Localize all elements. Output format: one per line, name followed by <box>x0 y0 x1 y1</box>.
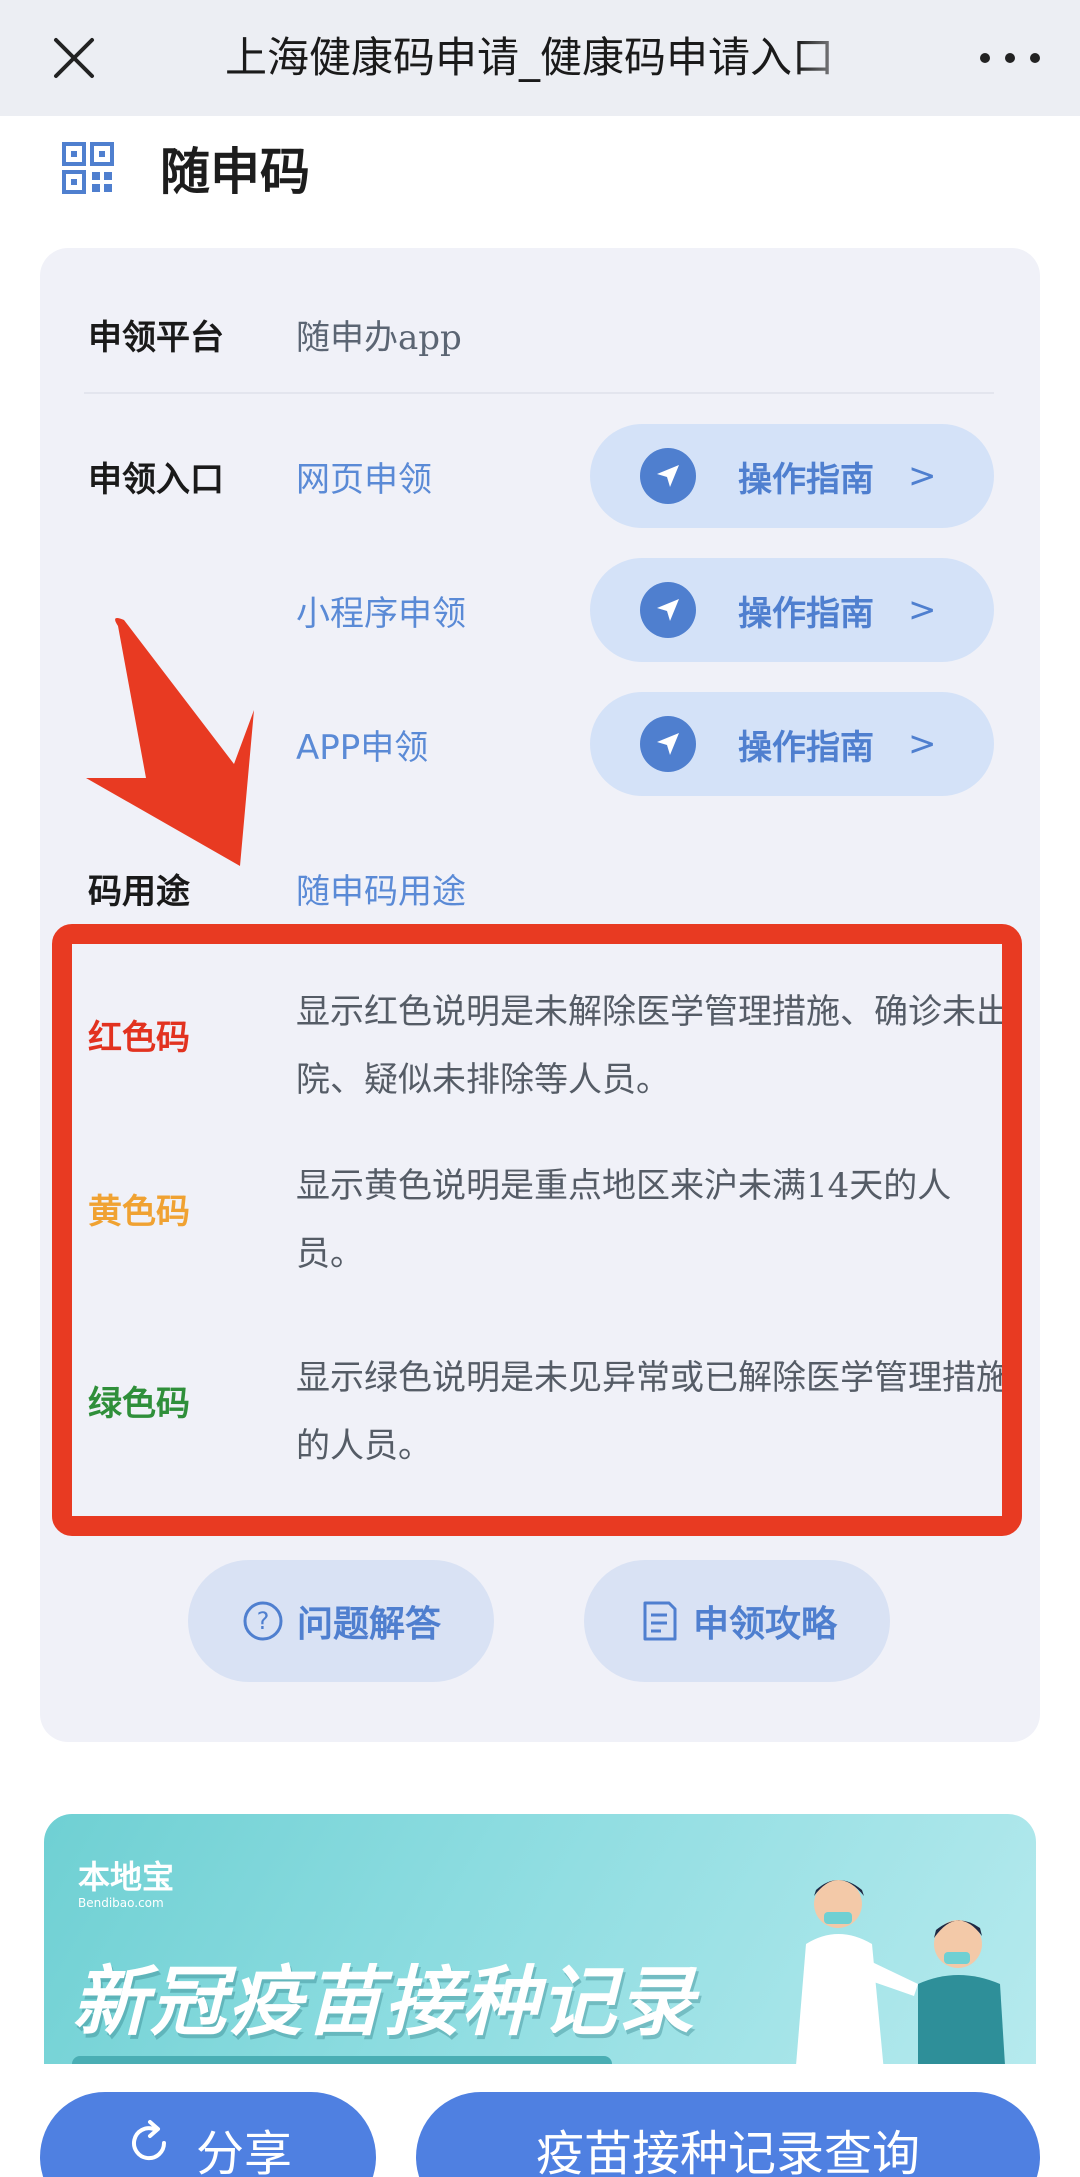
navigation-arrow-icon <box>640 448 696 504</box>
info-card: 申领平台 随申办app 申领入口 网页申领 操作指南 > 小程序申领 操作指南 … <box>40 248 1040 1742</box>
document-icon <box>643 1601 677 1641</box>
refresh-share-icon <box>131 2120 166 2161</box>
chevron-right-icon: > <box>908 590 937 630</box>
navigation-arrow-icon <box>640 582 696 638</box>
vaccine-query-label: 疫苗接种记录查询 <box>535 2126 920 2177</box>
usage-link[interactable]: 随申码用途 <box>296 864 466 913</box>
section-title: 随申码 <box>160 143 310 201</box>
divider <box>84 392 994 394</box>
bottom-action-bar: 分享 疫苗接种记录查询 <box>0 2064 1080 2177</box>
strategy-label: 申领攻略 <box>692 1604 837 1645</box>
top-nav-bar: 上海健康码申请_健康码申请入口 <box>0 0 1080 116</box>
guide-button-miniprogram[interactable]: 操作指南 > <box>590 558 994 662</box>
platform-value: 随申办app <box>296 318 462 358</box>
platform-label: 申领平台 <box>88 318 224 358</box>
guide-button-web[interactable]: 操作指南 > <box>590 424 994 528</box>
chevron-right-icon: > <box>908 456 937 496</box>
chevron-right-icon: > <box>908 724 937 764</box>
faq-label: 问题解答 <box>296 1604 441 1645</box>
section-header: 随申码 <box>62 138 310 201</box>
svg-text:?: ? <box>257 1607 270 1635</box>
strategy-button[interactable]: 申领攻略 <box>584 1560 890 1682</box>
entry-label: 申领入口 <box>88 460 224 500</box>
guide-button-label: 操作指南 <box>738 459 874 500</box>
vaccine-query-button[interactable]: 疫苗接种记录查询 <box>416 2092 1040 2177</box>
highlight-box <box>52 924 1022 1536</box>
close-icon[interactable] <box>42 26 106 90</box>
banner-logo: 本地宝 <box>78 1858 175 1896</box>
guide-button-label: 操作指南 <box>738 593 874 634</box>
share-button[interactable]: 分享 <box>40 2092 376 2177</box>
navigation-arrow-icon <box>640 716 696 772</box>
share-label: 分享 <box>195 2126 292 2177</box>
guide-button-app[interactable]: 操作指南 > <box>590 692 994 796</box>
entry-miniprogram-link[interactable]: 小程序申领 <box>296 586 466 635</box>
question-icon: ? <box>243 1601 283 1641</box>
qr-code-icon <box>62 142 114 194</box>
entry-app-link[interactable]: APP申领 <box>296 720 428 769</box>
guide-button-label: 操作指南 <box>738 727 874 768</box>
usage-label: 码用途 <box>88 872 190 912</box>
more-options-icon[interactable] <box>980 42 1040 74</box>
entry-web-link[interactable]: 网页申领 <box>296 452 432 501</box>
red-arrow-annotation <box>86 618 254 866</box>
faq-button[interactable]: ? 问题解答 <box>188 1560 494 1682</box>
banner-logo-sub: Bendibao.com <box>78 1896 164 1910</box>
page-title: 上海健康码申请_健康码申请入口 <box>225 33 835 82</box>
banner-title: 新冠疫苗接种记录 <box>72 1957 696 2046</box>
